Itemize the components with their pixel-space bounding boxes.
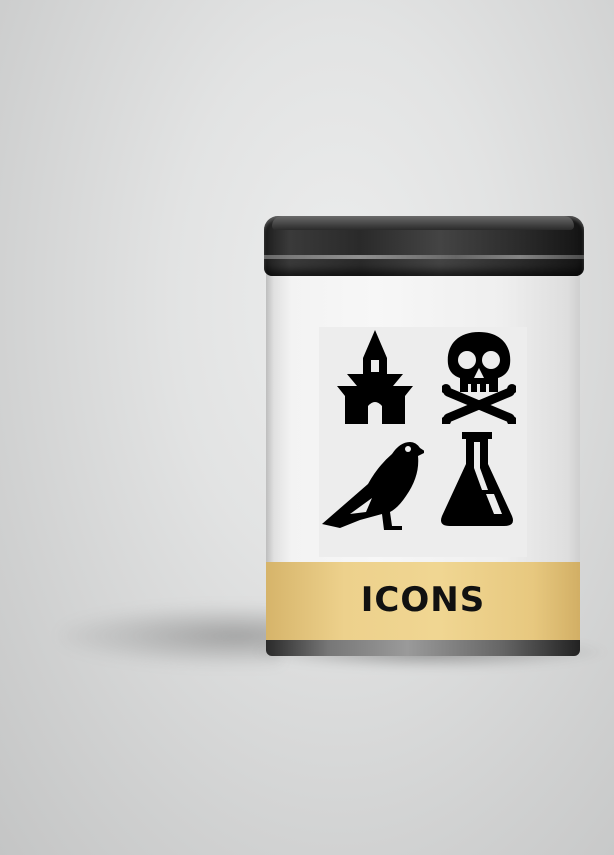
product-scene: ICONS (0, 0, 614, 855)
tin-lid-band (264, 255, 584, 259)
potion-flask-icon (440, 432, 514, 528)
tin-lid-top (272, 216, 574, 230)
tin-base (266, 640, 580, 656)
skull-crossbones-icon (442, 332, 516, 424)
raven-icon (320, 436, 424, 532)
product-label: ICONS (360, 580, 486, 620)
tin-cast-shadow (60, 606, 280, 666)
haunted-house-icon (335, 330, 415, 426)
